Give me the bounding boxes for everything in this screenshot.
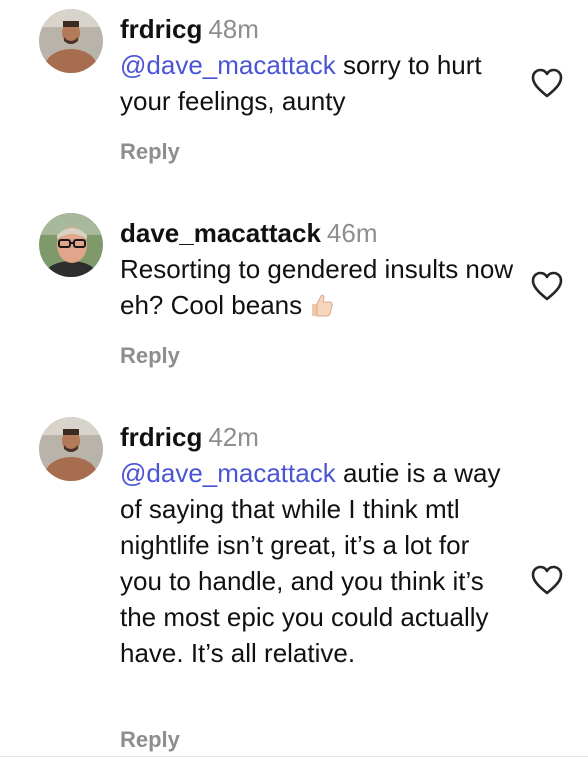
heart-icon [531,68,563,98]
reply-button[interactable]: Reply [120,726,180,754]
username[interactable]: frdricg [120,14,202,44]
avatar-image [39,9,103,73]
comment-text-content: autie is a way of saying that while I th… [120,458,501,668]
avatar-image [39,213,103,277]
heart-icon [531,565,563,595]
comment-text: @dave_macattack sorry to hurt your feeli… [120,47,520,119]
username[interactable]: frdricg [120,422,202,452]
avatar-image [39,417,103,481]
timestamp: 42m [208,422,259,452]
heart-icon [531,271,563,301]
like-button[interactable] [530,564,566,598]
comment-text: @dave_macattack autie is a way of saying… [120,455,515,671]
thumbs-up-icon [308,291,334,327]
username[interactable]: dave_macattack [120,218,321,248]
mention-link[interactable]: @dave_macattack [120,50,336,80]
like-button[interactable] [530,67,566,101]
comment-header: frdricg 48m [120,12,520,46]
comment-header: frdricg 42m [120,420,520,454]
reply-button[interactable]: Reply [120,342,180,370]
reply-button[interactable]: Reply [120,138,180,166]
timestamp: 48m [208,14,259,44]
comment-body: frdricg 42m @dave_macattack autie is a wa… [120,420,520,671]
comment-text: Resorting to gendered insults now eh? Co… [120,251,520,327]
comment-body: dave_macattack 46m Resorting to gendered … [120,216,520,327]
comment-header: dave_macattack 46m [120,216,520,250]
avatar[interactable] [39,213,103,277]
divider [0,756,588,757]
avatar[interactable] [39,417,103,481]
like-button[interactable] [530,270,566,304]
comment-body: frdricg 48m @dave_macattack sorry to hurt… [120,12,520,119]
mention-link[interactable]: @dave_macattack [120,458,336,488]
timestamp: 46m [326,218,378,248]
avatar[interactable] [39,9,103,73]
